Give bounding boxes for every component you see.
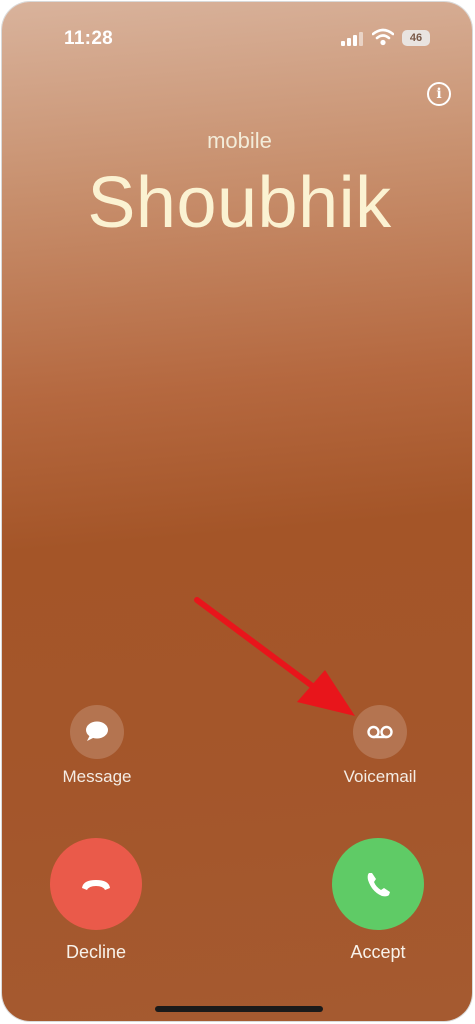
accept-button[interactable] — [332, 838, 424, 930]
accept-label: Accept — [350, 942, 406, 962]
annotation-arrow-icon — [194, 597, 355, 716]
call-type-label: mobile — [207, 128, 272, 153]
voicemail-label: Voicemail — [343, 767, 417, 786]
status-time: 11:28 — [64, 28, 114, 49]
incoming-call-screen: 11:28 46 i mobile Shoubhik Message Voice… — [2, 2, 472, 1021]
message-button[interactable] — [70, 705, 124, 759]
wifi-icon — [372, 28, 394, 46]
end-call-icon — [82, 880, 110, 890]
status-bar: 11:28 46 — [2, 2, 472, 62]
info-icon[interactable]: i — [427, 82, 451, 106]
battery-icon: 46 — [402, 30, 430, 46]
decline-button[interactable] — [50, 838, 142, 930]
cellular-signal-icon — [341, 32, 363, 46]
message-label: Message — [62, 767, 132, 786]
caller-name: Shoubhik — [87, 163, 392, 243]
message-bubble-icon — [86, 721, 108, 741]
decline-label: Decline — [65, 942, 127, 962]
phone-icon — [367, 873, 390, 897]
home-indicator[interactable] — [155, 1006, 323, 1012]
